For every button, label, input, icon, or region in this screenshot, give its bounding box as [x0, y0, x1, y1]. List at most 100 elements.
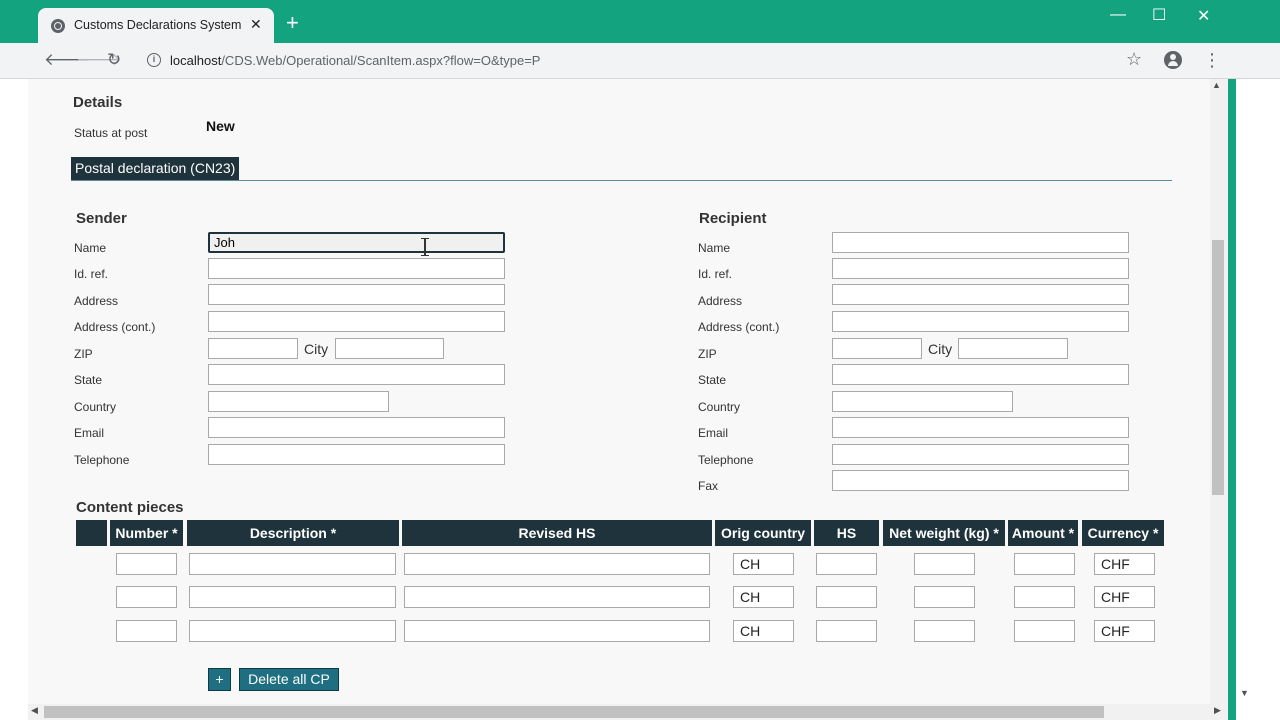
- recipient-state-label: State: [698, 373, 727, 387]
- column-header-select: [76, 520, 107, 546]
- row2-description-input[interactable]: [189, 586, 396, 608]
- recipient-state-input[interactable]: [832, 364, 1129, 385]
- row3-description-input[interactable]: [189, 620, 396, 642]
- delete-all-cp-button[interactable]: Delete all CP: [239, 668, 339, 691]
- row2-revised-hs-input[interactable]: [404, 586, 710, 608]
- row2-amount-input[interactable]: [1014, 586, 1075, 608]
- row1-net-weight-input[interactable]: [914, 553, 975, 575]
- recipient-city-label: City: [928, 341, 953, 357]
- window-close-icon[interactable]: ✕: [1197, 6, 1210, 26]
- browser-toolbar: 🡐 🡒 ↻ i localhost/CDS.Web/Operational/Sc…: [0, 43, 1280, 79]
- row3-currency-input[interactable]: CHF: [1094, 620, 1155, 642]
- row2-net-weight-input[interactable]: [914, 586, 975, 608]
- recipient-zip-label: ZIP: [698, 347, 717, 361]
- sender-country-label: Country: [74, 400, 117, 414]
- recipient-email-input[interactable]: [832, 417, 1129, 438]
- maximize-icon[interactable]: ☐: [1152, 5, 1166, 25]
- sender-address-cont-input[interactable]: [208, 311, 505, 332]
- recipient-country-label: Country: [698, 400, 741, 414]
- status-value: New: [206, 118, 235, 134]
- recipient-country-input[interactable]: [832, 391, 1013, 412]
- row3-hs-input[interactable]: [816, 620, 877, 642]
- row3-net-weight-input[interactable]: [914, 620, 975, 642]
- vertical-scrollbar-thumb[interactable]: [1212, 240, 1224, 495]
- info-icon[interactable]: i: [147, 53, 161, 67]
- url-host: localhost: [170, 53, 222, 68]
- column-header-hs: HS: [814, 520, 879, 546]
- section-divider: [71, 180, 1172, 181]
- sender-idref-input[interactable]: [208, 258, 505, 279]
- sender-email-label: Email: [74, 426, 105, 440]
- scroll-left-icon[interactable]: ◀: [31, 705, 38, 716]
- sender-country-input[interactable]: [208, 391, 389, 412]
- row1-hs-input[interactable]: [816, 553, 877, 575]
- browser-tab[interactable]: Customs Declarations System ✕: [38, 8, 274, 43]
- outer-area: [1236, 79, 1280, 720]
- row1-revised-hs-input[interactable]: [404, 553, 710, 575]
- minimize-icon[interactable]: —: [1110, 6, 1126, 24]
- row2-currency-input[interactable]: CHF: [1094, 586, 1155, 608]
- row1-description-input[interactable]: [189, 553, 396, 575]
- row2-number-input[interactable]: [116, 586, 177, 608]
- recipient-telephone-label: Telephone: [698, 453, 754, 467]
- row1-currency-input[interactable]: CHF: [1094, 553, 1155, 575]
- details-title: Details: [73, 94, 123, 111]
- recipient-city-input[interactable]: [958, 338, 1068, 359]
- scroll-up-icon[interactable]: ▲: [1212, 80, 1221, 90]
- window-border: [1228, 79, 1236, 720]
- recipient-address-cont-label: Address (cont.): [698, 320, 780, 334]
- menu-dots-icon[interactable]: ⋮: [1203, 50, 1221, 70]
- sender-idref-label: Id. ref.: [74, 267, 109, 281]
- recipient-address-label: Address: [698, 294, 743, 308]
- add-content-piece-button[interactable]: +: [208, 668, 231, 691]
- new-tab-icon[interactable]: +: [286, 12, 299, 34]
- row1-number-input[interactable]: [116, 553, 177, 575]
- horizontal-scrollbar-thumb[interactable]: [44, 706, 1104, 718]
- scroll-right-icon[interactable]: ▶: [1214, 705, 1221, 716]
- star-icon[interactable]: ☆: [1126, 49, 1142, 70]
- address-bar[interactable]: localhost/CDS.Web/Operational/ScanItem.a…: [170, 53, 540, 68]
- recipient-fax-label: Fax: [698, 479, 719, 493]
- sender-state-label: State: [74, 373, 103, 387]
- text-cursor-icon: [421, 238, 429, 256]
- sender-city-label: City: [304, 341, 329, 357]
- recipient-address-input[interactable]: [832, 284, 1129, 305]
- column-header-amount: Amount *: [1008, 520, 1078, 546]
- row3-number-input[interactable]: [116, 620, 177, 642]
- scroll-down-icon[interactable]: ▼: [1240, 688, 1249, 698]
- recipient-telephone-input[interactable]: [832, 444, 1129, 465]
- recipient-address-cont-input[interactable]: [832, 311, 1129, 332]
- row3-amount-input[interactable]: [1014, 620, 1075, 642]
- row1-amount-input[interactable]: [1014, 553, 1075, 575]
- recipient-name-input[interactable]: [832, 232, 1129, 253]
- sender-name-label: Name: [74, 241, 107, 255]
- tab-postal-declaration[interactable]: Postal declaration (CN23): [71, 157, 240, 180]
- sender-address-cont-label: Address (cont.): [74, 320, 156, 334]
- sender-state-input[interactable]: [208, 364, 505, 385]
- reload-icon[interactable]: ↻: [107, 50, 121, 70]
- sender-address-label: Address: [74, 294, 119, 308]
- sender-city-input[interactable]: [335, 338, 444, 359]
- row3-revised-hs-input[interactable]: [404, 620, 710, 642]
- recipient-title: Recipient: [699, 210, 767, 227]
- status-label: Status at post: [74, 126, 148, 140]
- recipient-idref-label: Id. ref.: [698, 267, 733, 281]
- column-header-description: Description *: [187, 520, 399, 546]
- sender-name-input[interactable]: Joh: [208, 232, 505, 253]
- sender-email-input[interactable]: [208, 417, 505, 438]
- close-icon[interactable]: ✕: [250, 16, 262, 33]
- account-icon[interactable]: [1164, 51, 1182, 69]
- row3-orig-country-input[interactable]: CH: [733, 620, 794, 642]
- recipient-idref-input[interactable]: [832, 258, 1129, 279]
- row2-orig-country-input[interactable]: CH: [733, 586, 794, 608]
- sender-zip-input[interactable]: [208, 338, 298, 359]
- recipient-zip-input[interactable]: [832, 338, 922, 359]
- column-header-net-weight: Net weight (kg) *: [883, 520, 1005, 546]
- recipient-fax-input[interactable]: [832, 470, 1129, 491]
- sender-telephone-input[interactable]: [208, 444, 505, 465]
- recipient-name-label: Name: [698, 241, 731, 255]
- sender-zip-label: ZIP: [74, 347, 93, 361]
- row1-orig-country-input[interactable]: CH: [733, 553, 794, 575]
- sender-address-input[interactable]: [208, 284, 505, 305]
- row2-hs-input[interactable]: [816, 586, 877, 608]
